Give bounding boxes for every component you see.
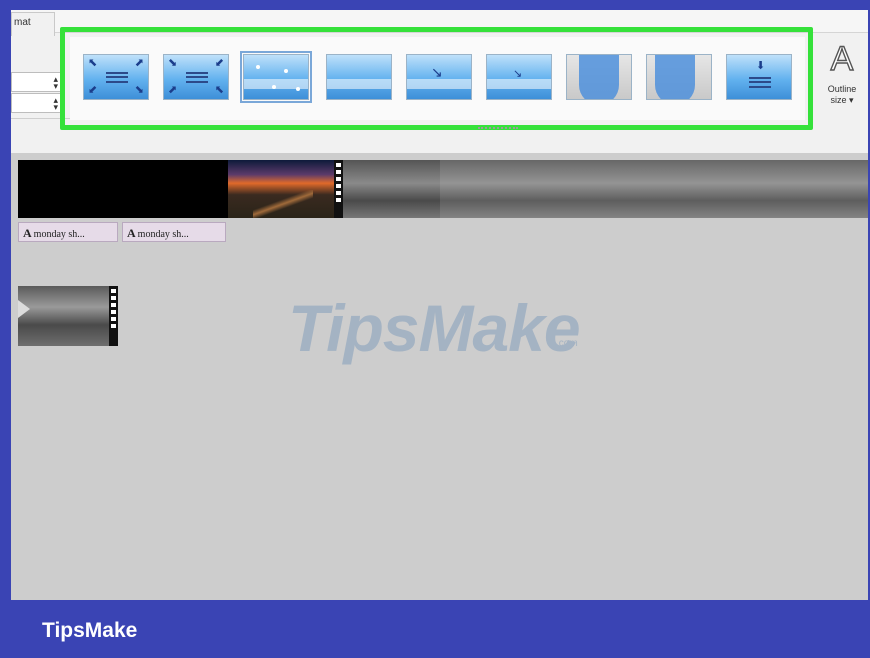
left-frame-bar <box>0 0 11 600</box>
black-clip[interactable] <box>18 160 228 218</box>
gallery-scroll-icon[interactable] <box>806 60 812 100</box>
footer-brand: TipsMake <box>42 619 138 642</box>
watermark: TipsMake .com <box>288 290 608 370</box>
film-perforation-icon <box>334 160 343 218</box>
spinner-arrows-icon[interactable]: ▴ ▾ <box>53 75 58 91</box>
film-perforation-icon <box>109 286 118 346</box>
caption-text: monday sh... <box>33 229 85 240</box>
road-detail <box>253 190 313 218</box>
duration-spinner[interactable]: ▴ ▾ <box>11 72 61 92</box>
outline-label-line2: size ▾ <box>830 95 854 105</box>
watermark-text: TipsMake <box>288 291 581 365</box>
outline-size-label: Outline size ▾ <box>818 84 866 106</box>
tab-format-label: mat <box>14 17 31 28</box>
watermark-suffix: .com <box>556 338 578 349</box>
street-clip[interactable] <box>343 160 440 218</box>
dragged-clip-preview[interactable] <box>18 286 118 346</box>
play-arrow-icon <box>18 300 30 318</box>
start-time-spinner[interactable]: ▴ ▾ <box>11 93 61 113</box>
text-caption-icon: A <box>127 226 136 240</box>
outline-size-button[interactable]: A Outline size ▾ <box>818 39 866 120</box>
outline-text-icon: A <box>830 39 854 78</box>
caption-chip[interactable]: Amonday sh... <box>122 222 226 242</box>
tab-format[interactable]: mat <box>11 12 55 36</box>
gallery-expand-grip[interactable] <box>478 123 518 129</box>
gallery-highlight-box <box>60 27 813 130</box>
caption-chip[interactable]: Amonday sh... <box>18 222 118 242</box>
text-caption-icon: A <box>23 226 32 240</box>
video-clip-track[interactable] <box>18 160 868 218</box>
top-frame-bar <box>0 0 870 10</box>
storyboard-workspace <box>11 153 868 600</box>
caption-track: Amonday sh... Amonday sh... <box>18 222 238 242</box>
spinner-arrows-icon[interactable]: ▴ ▾ <box>53 96 58 112</box>
caption-text: monday sh... <box>137 229 189 240</box>
street-clip-continued[interactable] <box>440 160 868 218</box>
outline-label-line1: Outline <box>827 84 857 94</box>
footer-bar: TipsMake <box>0 600 870 658</box>
